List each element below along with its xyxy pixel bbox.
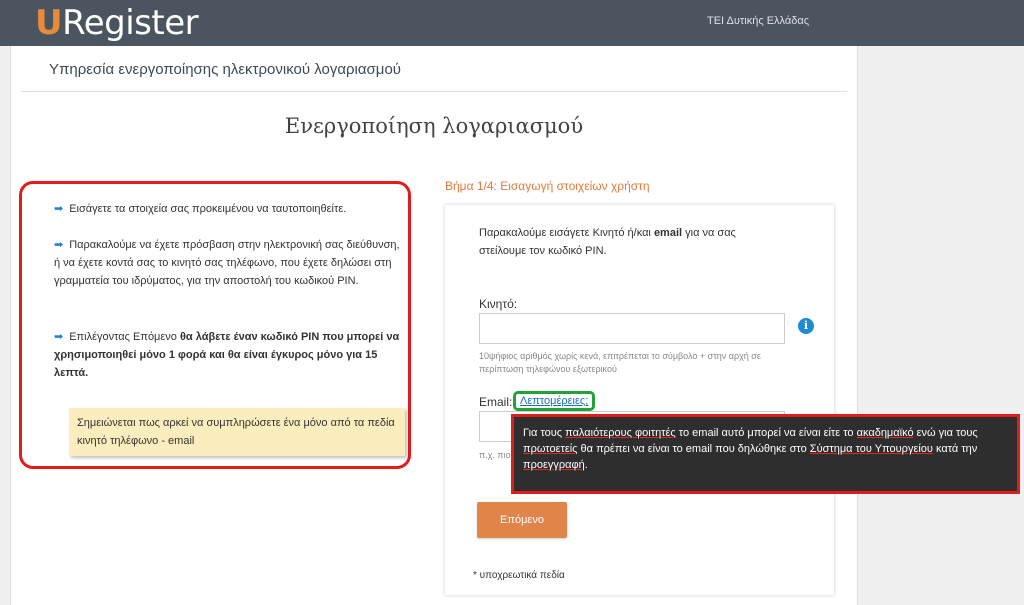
instruction-3: ➡ Επιλέγοντας Επόμενο θα λάβετε έναν κωδι… <box>54 328 402 382</box>
details-tooltip: Για τους παλαιότερους φοιτητές το email … <box>511 414 1020 494</box>
form-panel: Παρακαλούμε εισάγετε Κινητό ή/και email … <box>445 205 834 595</box>
instructions-box: ➡ Εισάγετε τα στοιχεία σας προκειμένου να… <box>19 181 411 469</box>
note-box: Σημειώνεται πως αρκεί να συμπληρώσετε έν… <box>69 408 405 456</box>
mobile-label: Κινητό: <box>479 297 518 311</box>
arrow-right-icon: ➡ <box>54 239 64 251</box>
instruction-2: ➡ Παρακαλούμε να έχετε πρόσβαση στην ηλεκ… <box>54 236 402 290</box>
arrow-right-icon: ➡ <box>54 203 64 215</box>
next-button[interactable]: Επόμενο <box>477 502 567 538</box>
divider <box>21 91 847 92</box>
mobile-help-text: 10ψήφιος αριθμός χωρίς κενά, επιτρέπεται… <box>479 351 761 374</box>
required-fields-note: * υποχρεωτικά πεδία <box>473 570 565 581</box>
instruction-1: ➡ Εισάγετε τα στοιχεία σας προκειμένου να… <box>54 200 402 218</box>
info-icon[interactable]: i <box>798 318 814 334</box>
top-navbar: URegister ΤΕΙ Δυτικής Ελλάδας <box>0 0 1024 46</box>
form-intro: Παρακαλούμε εισάγετε Κινητό ή/και email … <box>479 227 736 257</box>
step-title: Βήμα 1/4: Εισαγωγή στοιχείων χρήστη <box>445 179 650 193</box>
institution-name: ΤΕΙ Δυτικής Ελλάδας <box>707 15 810 27</box>
arrow-right-icon: ➡ <box>54 331 64 343</box>
logo[interactable]: URegister <box>35 2 199 44</box>
mobile-input[interactable] <box>479 313 785 344</box>
email-help-text: π.χ. πιο <box>479 450 511 460</box>
service-title: Υπηρεσία ενεργοποίησης ηλεκτρονικού λογα… <box>49 61 401 78</box>
page-title: Ενεργοποίηση λογαριασμού <box>284 114 584 138</box>
email-label: Email: <box>479 395 513 409</box>
details-link[interactable]: Λεπτομέρειες; <box>513 391 596 411</box>
main-content: Υπηρεσία ενεργοποίησης ηλεκτρονικού λογα… <box>10 46 858 605</box>
